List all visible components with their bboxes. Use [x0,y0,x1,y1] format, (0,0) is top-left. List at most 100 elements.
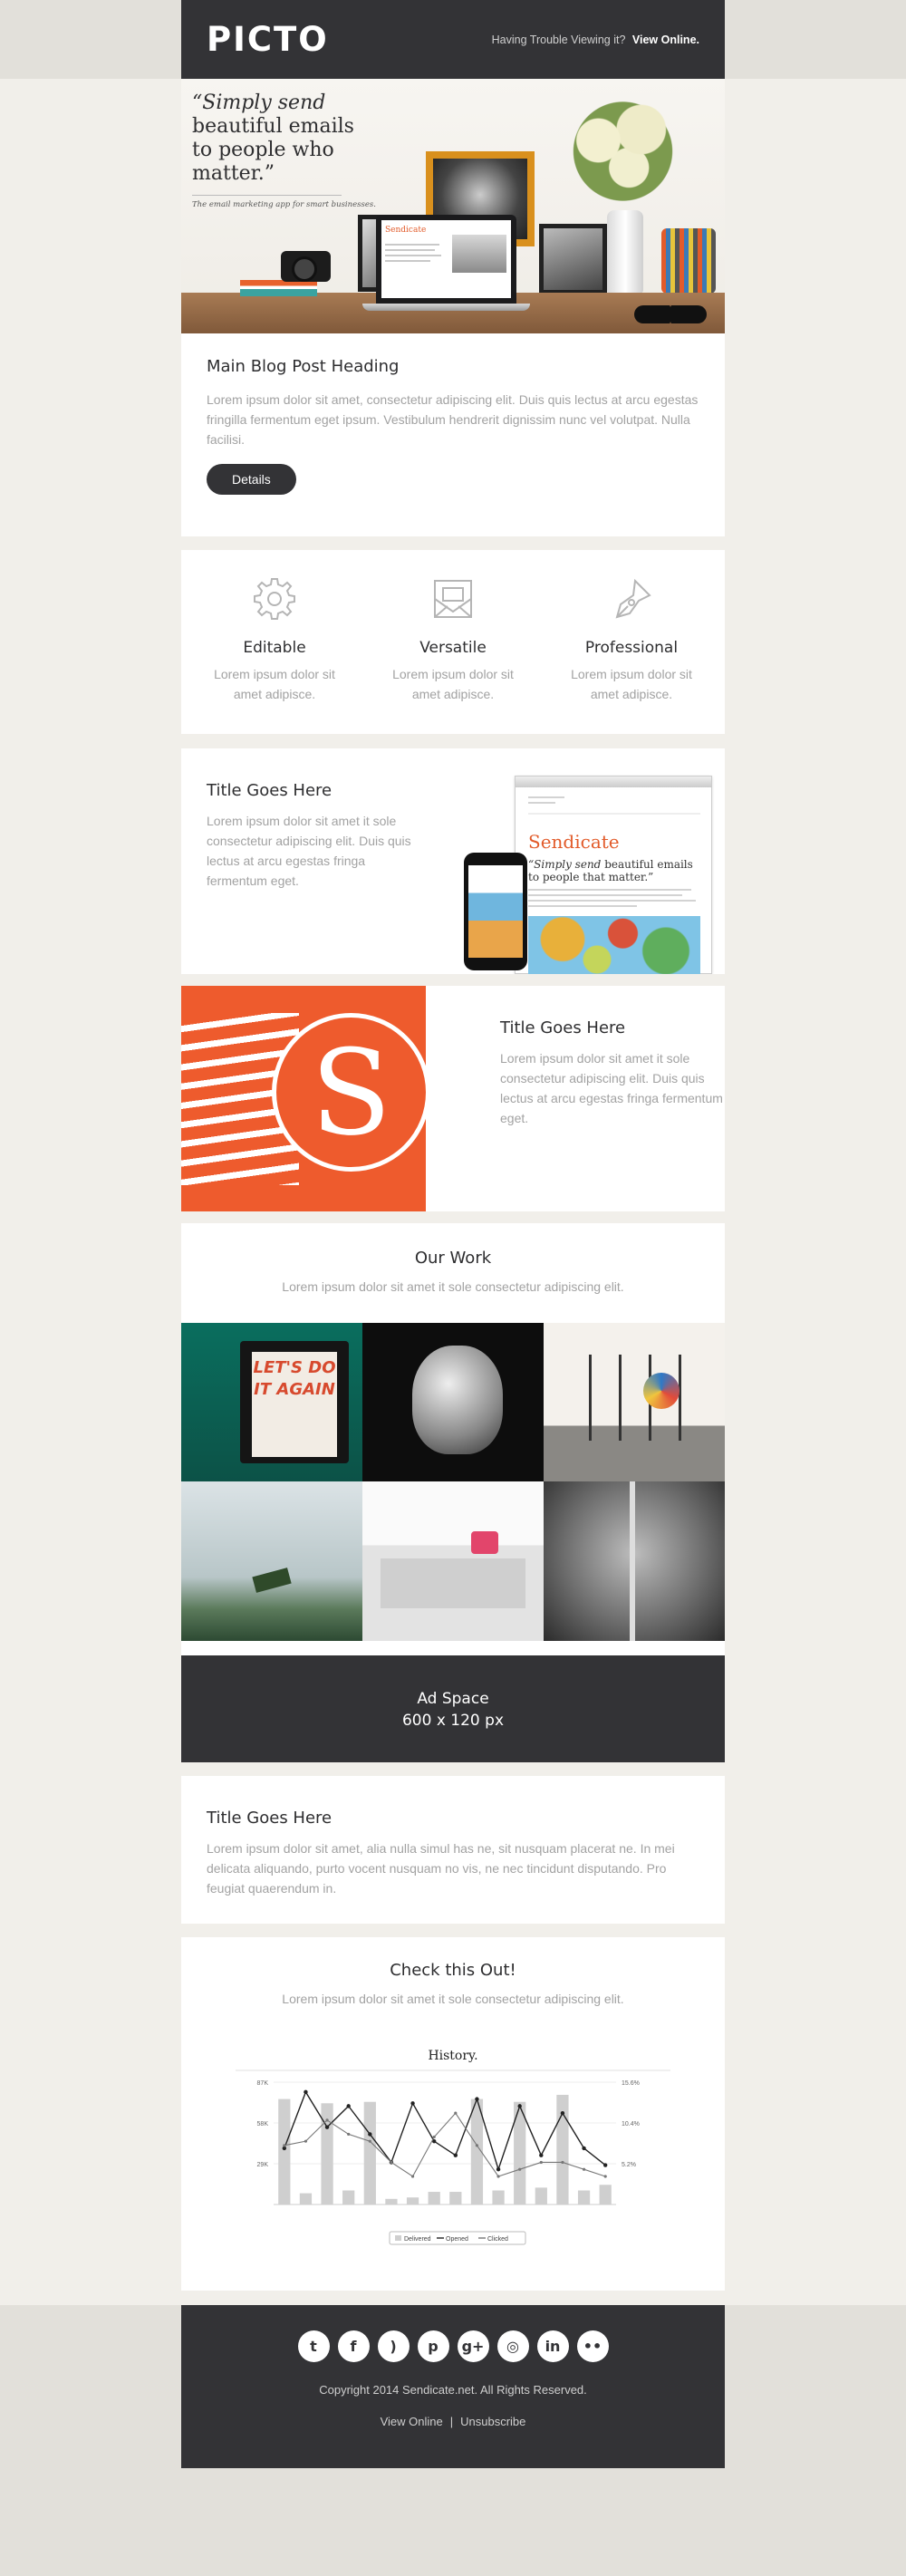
section-body: Lorem ipsum dolor sit amet, alia nulla s… [207,1841,675,1896]
point-opened [602,2163,608,2167]
section-body: Lorem ipsum dolor sit amet it sole conse… [207,814,411,888]
section-title: Title Goes Here [500,1018,626,1037]
pen-nib-icon [608,575,655,622]
feature-professional: Professional Lorem ipsum dolor sit amet … [564,575,699,734]
text-section: Title Goes Here Lorem ipsum dolor sit am… [181,1776,725,1924]
mockup-quote: “Simply send beautiful emails to people … [528,858,700,883]
feature-text: Lorem ipsum dolor sit amet adipisce. [571,667,692,701]
ad-line-1: Ad Space [417,1690,489,1708]
point-clicked [390,2160,393,2165]
flickr-icon[interactable]: •• [576,2330,609,2362]
section-title: Title Goes Here [207,1809,333,1828]
legend-label: Opened [446,2236,468,2243]
mockup-quote-emph: “Simply send [528,858,602,871]
laptop-image: Sendicate [376,215,516,304]
point-clicked [475,2144,479,2147]
point-clicked [325,2118,329,2122]
bar-delivered [535,2187,547,2205]
section-body: Lorem ipsum dolor sit amet it sole conse… [500,1051,723,1125]
details-button[interactable]: Details [207,464,296,495]
point-clicked [603,2175,607,2178]
unsubscribe-link[interactable]: Unsubscribe [460,2415,525,2428]
footer-view-online-link[interactable]: View Online [381,2415,443,2428]
laptop-screen-brand: Sendicate [385,226,427,235]
glasses-image [634,305,707,323]
point-opened [560,2110,565,2116]
gallery-image[interactable] [362,1323,544,1481]
email-header: PICTO Having Trouble Viewing it? View On… [181,0,725,79]
feature-title: Professional [584,639,679,657]
gallery-image[interactable] [544,1481,725,1641]
blog-post-section: Main Blog Post Heading Lorem ipsum dolor… [181,333,725,536]
pinterest-icon[interactable]: p [417,2330,449,2362]
point-opened [539,2153,544,2157]
bar-delivered [406,2197,419,2205]
bar-delivered [428,2192,440,2205]
gallery-image[interactable] [362,1481,544,1641]
hero-rule [192,195,342,196]
gallery-image[interactable] [181,1481,362,1641]
mockup-brand: Sendicate [528,831,620,853]
rss-icon[interactable]: ) [377,2330,410,2362]
feature-editable: Editable Lorem ipsum dolor sit amet adip… [207,575,342,734]
check-title: Check this Out! [390,1961,516,1980]
blog-body: Lorem ipsum dolor sit amet, consectetur … [207,392,699,447]
google-plus-icon[interactable]: g+ [457,2330,489,2362]
logo-feature-section: S Title Goes Here Lorem ipsum dolor sit … [181,986,725,1211]
gallery-image[interactable] [544,1323,725,1481]
dribbble-icon[interactable]: ◎ [496,2330,529,2362]
hero-image: “Simply send beautiful emails to people … [181,79,725,333]
bar-delivered [342,2190,355,2205]
laptop-base [362,304,530,311]
feature-text: Lorem ipsum dolor sit amet adipisce. [214,667,335,701]
point-clicked [283,2144,286,2147]
work-gallery [181,1323,725,1641]
hero-tagline: The email marketing app for smart busine… [192,200,376,209]
point-opened [346,2104,351,2108]
camera-image [281,251,331,282]
blog-heading: Main Blog Post Heading [207,357,400,376]
trouble-text: Having Trouble Viewing it? [491,33,626,46]
bar-delivered [385,2198,398,2205]
footer-separator: | [449,2415,454,2428]
twitter-icon[interactable]: t [297,2330,330,2362]
view-online-link[interactable]: View Online. [632,34,699,46]
our-work-section: Our Work Lorem ipsum dolor sit amet it s… [181,1223,725,1655]
point-opened [475,2097,479,2101]
our-work-title: Our Work [414,1249,492,1268]
section-title: Title Goes Here [207,781,333,800]
bar-delivered [577,2190,591,2205]
sendicate-logo-image: S [181,986,426,1211]
point-opened [368,2132,372,2137]
hero-quote: “Simply send beautiful emails to people … [192,92,355,186]
flowers-image [562,97,684,206]
point-opened [582,2146,586,2151]
gallery-image[interactable] [181,1323,362,1481]
point-opened [304,2089,308,2095]
tick-label-right: 10.4% [622,2121,640,2127]
vase-image [607,210,643,294]
tick-label-right: 5.2% [622,2162,636,2168]
feature-text: Lorem ipsum dolor sit amet adipisce. [392,667,514,701]
bar-delivered [363,2101,376,2205]
point-opened [496,2167,501,2172]
browser-mockup-image: Sendicate “Simply send beautiful emails … [515,776,712,974]
email-footer: t f) p g+ ◎ in •• Copyright 2014 Sendicate.net… [181,2305,725,2468]
bar-delivered [492,2190,505,2205]
social-links: t f) p g+ ◎ in •• [181,2330,725,2362]
point-clicked [432,2135,436,2139]
point-clicked [496,2175,500,2178]
picto-logo[interactable]: PICTO [207,20,329,59]
ad-space[interactable]: Ad Space 600 x 120 px [181,1655,725,1762]
linkedin-icon[interactable]: in [536,2330,569,2362]
ad-line-2: 600 x 120 px [401,1712,505,1730]
legend-label: Delivered [404,2236,431,2243]
facebook-icon[interactable]: f [337,2330,370,2362]
bar-delivered [599,2185,612,2205]
feature-title: Editable [243,639,306,657]
tick-label-left: 87K [257,2080,269,2087]
point-clicked [368,2139,371,2143]
point-opened [324,2125,330,2129]
bar-delivered [299,2193,313,2205]
features-section: Editable Lorem ipsum dolor sit amet adip… [181,550,725,734]
